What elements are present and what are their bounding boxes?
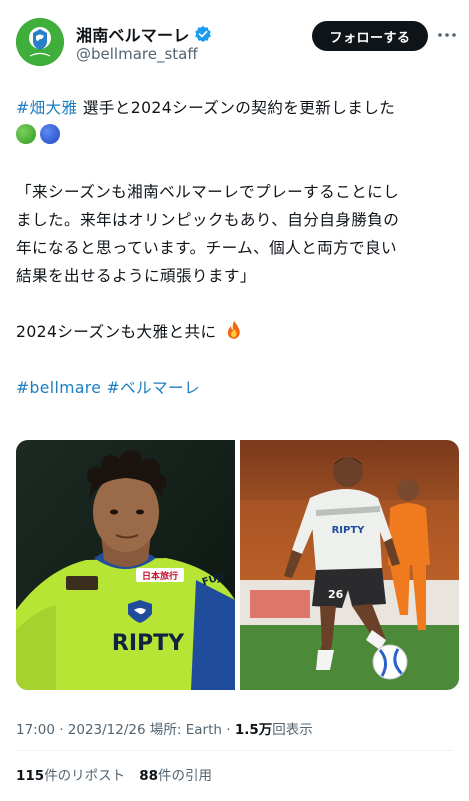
tweet-date[interactable]: 2023/12/26 [68,722,146,738]
hashtag-player-link[interactable]: #畑大雅 [16,99,77,117]
tweet-location: 場所: Earth [145,722,222,738]
photo-left[interactable]: 日本旅行 FUJI RIPTY [16,440,235,690]
photo-right[interactable]: RIPTY 26 [240,440,459,690]
quote-line: 「来シーズンも湘南ベルマーレでプレーすることにし [16,183,400,201]
name-row: 湘南ベルマーレ [76,22,212,46]
quote-line: 結果を出せるように頑張ります」 [16,267,256,285]
reposts-label: 件のリポスト [44,768,126,784]
reposts-stat[interactable]: 115件のリポスト [16,768,125,784]
tweet-stats: 115件のリポスト 88件の引用 [16,764,212,784]
quotes-label: 件の引用 [157,768,212,784]
quotes-count: 88 [139,768,158,784]
green-circle-icon [16,124,36,144]
more-icon[interactable] [436,24,458,46]
sponsor-text-right: RIPTY [332,525,366,536]
sponsor-text-1: 日本旅行 [142,570,178,582]
verified-badge-icon [195,25,212,43]
sponsor-text-2: RIPTY [112,631,185,656]
views-label: 回表示 [272,722,313,738]
avatar[interactable] [16,18,64,66]
hashtag-row: #bellmare #ベルマーレ [16,374,456,402]
emoji-row [16,122,456,150]
closing-text: 2024シーズンも大雅と共に [16,323,217,341]
quotes-stat[interactable]: 88件の引用 [139,768,212,784]
display-name[interactable]: 湘南ベルマーレ [76,22,189,46]
divider [16,750,453,751]
tweet-meta: 17:00 · 2023/12/26 場所: Earth · 1.5万回表示 [16,718,313,738]
hashtag-bellmare-link[interactable]: #bellmare [16,379,101,397]
blue-circle-icon [40,124,60,144]
hashtag-bellmare-jp-link[interactable]: #ベルマーレ [107,379,200,397]
tweet-time[interactable]: 17:00 [16,722,55,738]
fire-icon [227,321,240,339]
tweet-text: #畑大雅 選手と2024シーズンの契約を更新しました 「来シーズンも湘南ベルマー… [16,94,456,402]
club-logo-icon [16,18,64,66]
reposts-count: 115 [16,768,45,784]
quote-line: 年になると思っています。チーム、個人と両方で良い [16,239,398,257]
tweet-line-1: #畑大雅 選手と2024シーズンの契約を更新しました [16,94,456,122]
handle[interactable]: @bellmare_staff [76,45,198,63]
tweet-header: 湘南ベルマーレ @bellmare_staff フォローする [0,0,469,82]
player-number: 26 [328,588,344,601]
follow-button[interactable]: フォローする [312,21,428,51]
player-portrait-image: 日本旅行 FUJI RIPTY [16,440,235,690]
tweet-detail: 湘南ベルマーレ @bellmare_staff フォローする #畑大雅 選手と2… [0,0,469,801]
closing-line: 2024シーズンも大雅と共に [16,318,456,346]
separator: · [221,722,235,738]
quote-line: ました。来年はオリンピックもあり、自分自身勝負の [16,211,400,229]
separator: · [54,722,68,738]
tweet-line-1-text: 選手と2024シーズンの契約を更新しました [77,99,396,117]
views-count: 1.5万 [234,722,273,738]
player-action-image: RIPTY 26 [240,440,459,690]
